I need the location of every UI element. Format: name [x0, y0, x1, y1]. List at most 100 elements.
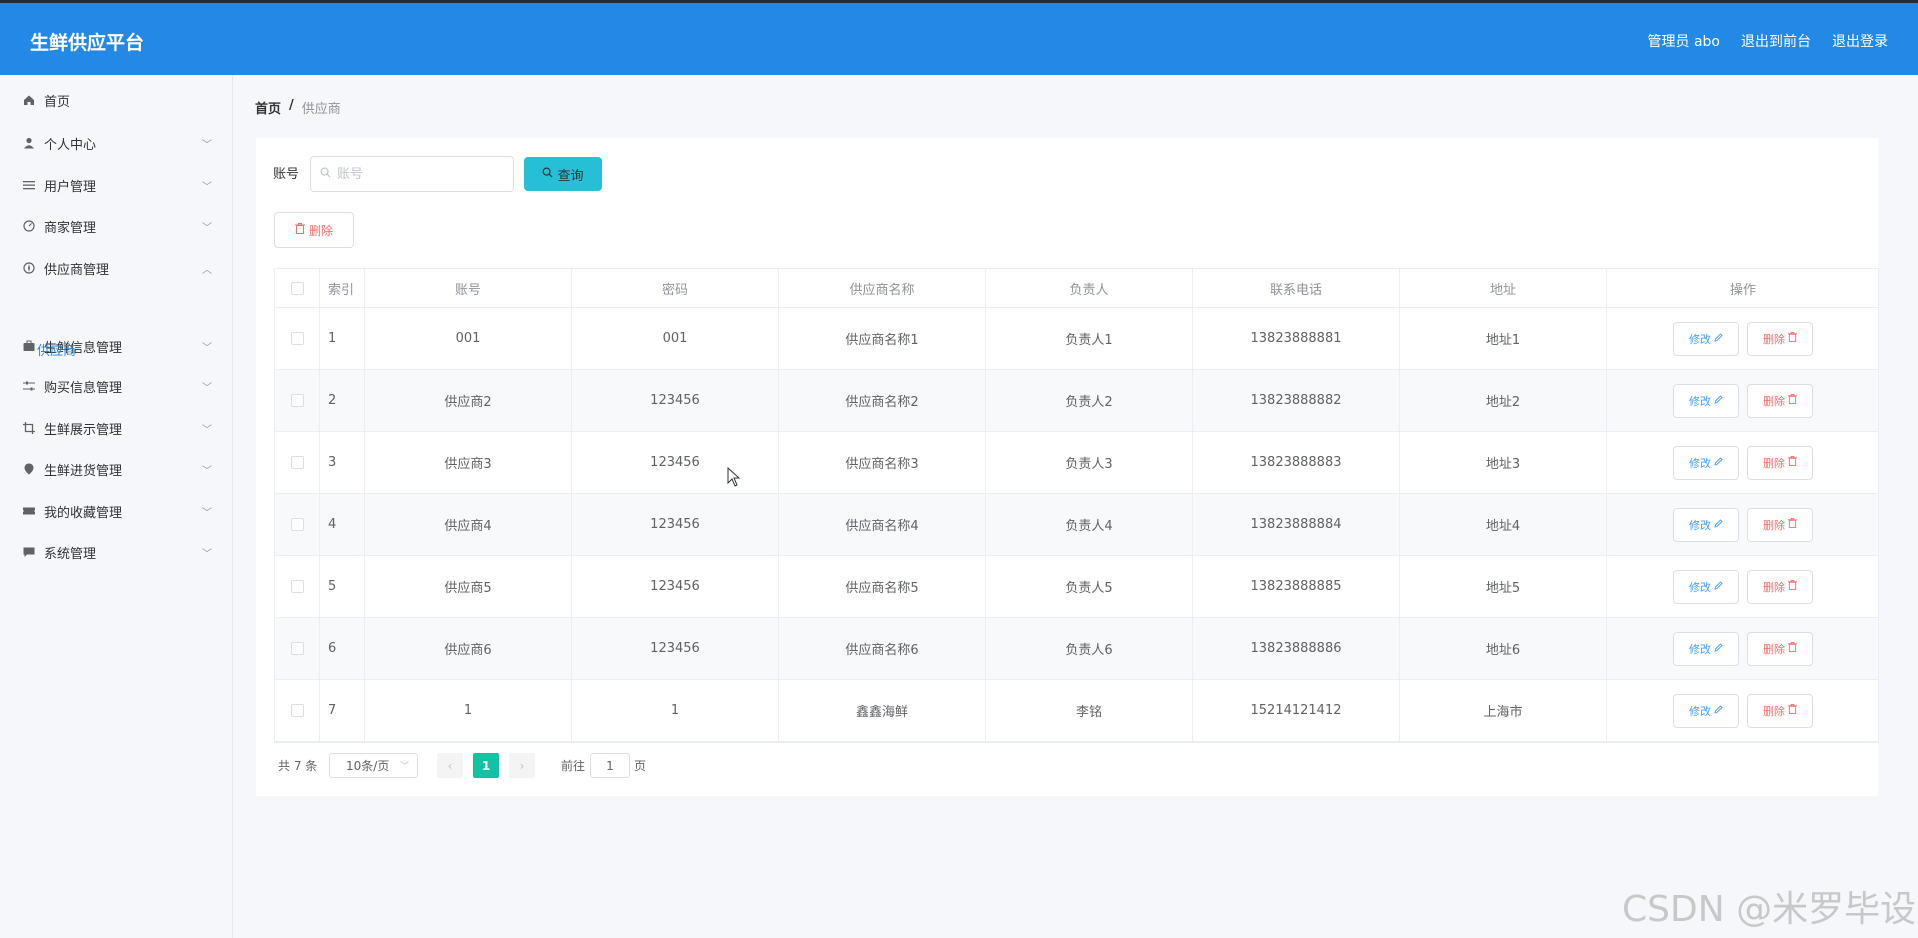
table-cell: 123456: [572, 494, 779, 555]
table-cell: 负责人3: [986, 432, 1193, 493]
edit-button[interactable]: 修改: [1673, 693, 1739, 728]
trash-icon: [1788, 518, 1797, 531]
sidebar-item-label: 系统管理: [44, 546, 97, 562]
delete-button[interactable]: 删除: [1747, 631, 1813, 666]
row-checkbox[interactable]: [290, 456, 304, 469]
table-cell: 供应商名称1: [779, 308, 986, 369]
table-cell: 3: [320, 432, 365, 493]
admin-user-link[interactable]: 管理员 abo: [1648, 31, 1720, 51]
delete-button[interactable]: 删除: [1747, 507, 1813, 542]
sidebar-item-10[interactable]: 系统管理 ﹀: [0, 532, 233, 572]
sidebar-item-1[interactable]: 个人中心 ﹀: [0, 123, 233, 163]
delete-button[interactable]: 删除: [1747, 569, 1813, 604]
table-cell: 供应商名称6: [779, 618, 986, 679]
edit-button[interactable]: 修改: [1673, 631, 1739, 666]
row-actions: 修改 删除: [1607, 680, 1879, 741]
table-cell: 123456: [572, 556, 779, 617]
breadcrumb-current: 供应商: [301, 102, 341, 117]
page-size-select[interactable]: 10条/页 ﹀: [329, 753, 418, 778]
table-cell: 地址2: [1400, 370, 1607, 431]
goto-page-input[interactable]: [590, 753, 630, 778]
page-number-current[interactable]: 1: [473, 753, 499, 778]
sidebar-item-label: 首页: [44, 94, 71, 110]
goto-unit: 页: [634, 759, 647, 773]
row-checkbox[interactable]: [290, 704, 304, 717]
table-cell: 供应商2: [365, 370, 572, 431]
table-row: 4 供应商4 123456 供应商名称4 负责人4 13823888884 地址4 修改 删除: [275, 494, 1878, 556]
sidebar-item-7[interactable]: 生鲜展示管理 ﹀: [0, 408, 233, 448]
search-input-wrapper[interactable]: [310, 156, 514, 192]
edit-button-label: 修改: [1689, 394, 1711, 408]
sidebar-item-0[interactable]: 首页: [0, 80, 233, 120]
edit-button[interactable]: 修改: [1673, 569, 1739, 604]
prev-page-button[interactable]: ‹: [437, 753, 463, 778]
exit-to-frontend-link[interactable]: 退出到前台: [1741, 31, 1811, 51]
query-button[interactable]: 查询: [524, 157, 602, 191]
delete-button[interactable]: 删除: [1747, 383, 1813, 418]
breadcrumb-home[interactable]: 首页: [255, 98, 281, 117]
delete-button-label: 删除: [1763, 456, 1785, 470]
row-checkbox[interactable]: [290, 518, 304, 531]
sidebar-item-6[interactable]: 购买信息管理 ﹀: [0, 366, 233, 406]
supplier-table: 索引 账号 密码 供应商名称 负责人 联系电话 地址 操作 1 001 001 供应商名称1 负责人1 1…: [274, 268, 1879, 743]
table-cell: 13823888881: [1193, 308, 1400, 369]
row-actions: 修改 删除: [1607, 308, 1879, 369]
page-size-value: 10条/页: [346, 759, 390, 773]
edit-button[interactable]: 修改: [1673, 321, 1739, 356]
logout-link[interactable]: 退出登录: [1832, 31, 1888, 51]
sidebar-item-9[interactable]: 我的收藏管理 ﹀: [0, 491, 233, 531]
table-row: 2 供应商2 123456 供应商名称2 负责人2 13823888882 地址2 修改 删除: [275, 370, 1878, 432]
query-button-label: 查询: [557, 168, 584, 184]
chevron-right-icon: ›: [519, 758, 525, 773]
chevron-down-icon: ﹀: [202, 382, 212, 394]
delete-button[interactable]: 删除: [1747, 321, 1813, 356]
sidebar-item-8[interactable]: 生鲜进货管理 ﹀: [0, 449, 233, 489]
sidebar-item-3[interactable]: 商家管理 ﹀: [0, 206, 233, 246]
delete-button-label: 删除: [1763, 394, 1785, 408]
table-cell: 负责人2: [986, 370, 1193, 431]
chevron-down-icon: ﹀: [202, 424, 212, 436]
trash-icon: [294, 223, 305, 237]
table-cell: 供应商6: [365, 618, 572, 679]
table-cell: 地址4: [1400, 494, 1607, 555]
sidebar-item-4[interactable]: 供应商管理 ︿: [0, 248, 233, 288]
next-page-button[interactable]: ›: [509, 753, 535, 778]
sidebar-item-2[interactable]: 用户管理 ﹀: [0, 165, 233, 205]
select-all-checkbox[interactable]: [290, 281, 304, 295]
search-icon: [542, 167, 553, 182]
user-icon: [22, 136, 36, 150]
sidebar-item-label: 我的收藏管理: [44, 505, 123, 521]
row-select-cell: [275, 618, 320, 679]
table-cell: 001: [365, 308, 572, 369]
table-cell: 13823888885: [1193, 556, 1400, 617]
edit-icon: [1714, 642, 1723, 655]
mouse-cursor-icon: [727, 466, 741, 491]
table-cell: 001: [572, 308, 779, 369]
sidebar-item-label: 购买信息管理: [44, 380, 123, 396]
edit-button[interactable]: 修改: [1673, 507, 1739, 542]
sidebar-item-label: 生鲜展示管理: [44, 422, 123, 438]
row-checkbox[interactable]: [290, 394, 304, 407]
row-actions: 修改 删除: [1607, 494, 1879, 555]
row-checkbox[interactable]: [290, 580, 304, 593]
row-checkbox[interactable]: [290, 332, 304, 345]
sidebar-subitem-supplier[interactable]: 供应商: [0, 331, 233, 367]
delete-button-label: 删除: [1763, 704, 1785, 718]
table-cell: 负责人1: [986, 308, 1193, 369]
edit-button[interactable]: 修改: [1673, 445, 1739, 480]
table-cell: 供应商名称4: [779, 494, 986, 555]
table-row: 1 001 001 供应商名称1 负责人1 13823888881 地址1 修改 删除: [275, 308, 1878, 370]
top-header: 生鲜供应平台 管理员 abo 退出到前台 退出登录: [0, 0, 1918, 75]
row-checkbox[interactable]: [290, 642, 304, 655]
delete-button-label: 删除: [1763, 580, 1785, 594]
delete-button[interactable]: 删除: [1747, 445, 1813, 480]
table-cell: 供应商3: [365, 432, 572, 493]
edit-button-label: 修改: [1689, 642, 1711, 656]
delete-button-label: 删除: [1763, 518, 1785, 532]
row-select-cell: [275, 308, 320, 369]
delete-button[interactable]: 删除: [1747, 693, 1813, 728]
edit-button[interactable]: 修改: [1673, 383, 1739, 418]
edit-button-label: 修改: [1689, 704, 1711, 718]
batch-delete-button[interactable]: 删除: [274, 212, 354, 248]
account-search-input[interactable]: [337, 165, 507, 183]
